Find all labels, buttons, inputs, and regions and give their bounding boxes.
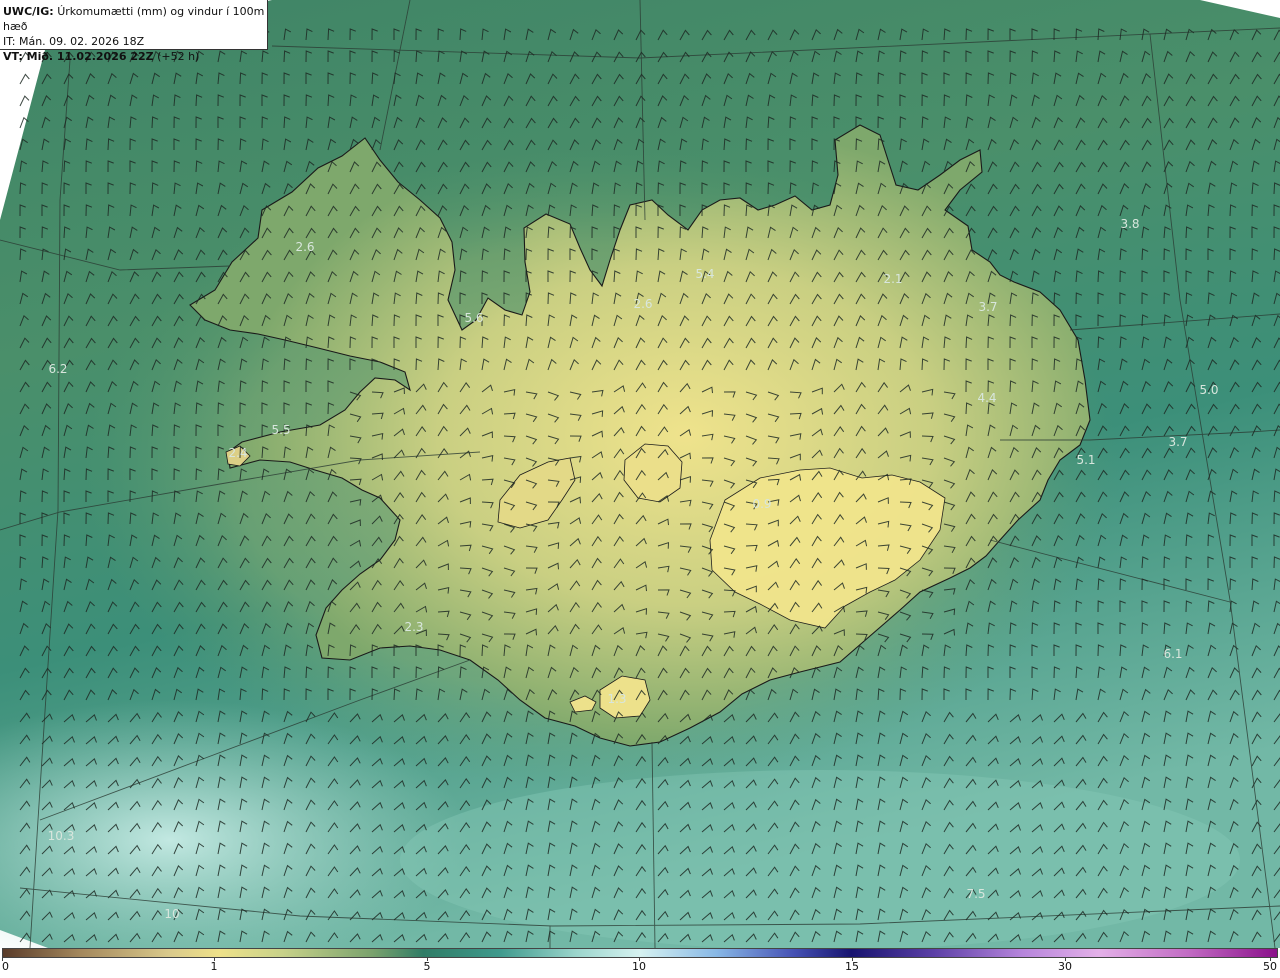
colorbar-strip (2, 948, 1278, 958)
value-label: 5.4 (695, 267, 714, 281)
init-time: IT: Mán. 09. 02. 2026 18Z (3, 35, 145, 48)
colorbar-tick-label: 30 (1058, 960, 1072, 973)
map-header: UWC/IG: Úrkomumætti (mm) og vindur í 100… (0, 0, 268, 63)
value-label: 3.7 (978, 300, 997, 314)
value-label: 0.9 (752, 497, 771, 511)
value-label: 6.2 (48, 362, 67, 376)
value-label: 5.0 (1199, 383, 1218, 397)
colorbar-tick-label: 1 (210, 960, 218, 973)
value-label: 5.6 (464, 311, 483, 325)
value-label: 2.6 (295, 240, 314, 254)
map-canvas: 3.8 2.6 5.4 2.1 5.6 2.6 3.7 6.2 5.0 4.4 5.5 3.7 2.4 5… (0, 0, 1280, 948)
value-label: 1.3 (607, 692, 626, 706)
forecast-offset: (+52 h) (157, 50, 200, 63)
light-ocean-region-se (400, 770, 1240, 948)
colorbar-tick-label: 50 (1263, 960, 1277, 973)
colorbar-tick-label: 15 (845, 960, 859, 973)
value-label: 3.7 (1168, 435, 1187, 449)
value-label: 2.3 (404, 620, 423, 634)
value-label: 7.5 (966, 887, 985, 901)
header-title-line: UWC/IG: Úrkomumætti (mm) og vindur í 100… (3, 4, 267, 34)
value-label: 2.1 (883, 272, 902, 286)
colorbar-tick-label: 10 (632, 960, 646, 973)
valid-time: VT: Mið. 11.02.2026 22Z (3, 50, 154, 63)
value-label: 5.1 (1076, 453, 1095, 467)
weather-map[interactable]: 3.8 2.6 5.4 2.1 5.6 2.6 3.7 6.2 5.0 4.4 5.5 3.7 2.4 5… (0, 0, 1280, 948)
colorbar: 0 1 5 10 15 30 50 (0, 948, 1280, 978)
valid-time-line: VT: Mið. 11.02.2026 22Z (+52 h) (3, 49, 267, 64)
value-label: 2.4 (228, 446, 247, 460)
value-label: 3.8 (1120, 217, 1139, 231)
value-label: 6.1 (1163, 647, 1182, 661)
value-label: 10 (164, 907, 179, 921)
value-label: 2.6 (633, 297, 652, 311)
model-label: UWC/IG: (3, 5, 54, 18)
colorbar-tick-label: 5 (423, 960, 431, 973)
colorbar-tick-label: 0 (2, 960, 9, 973)
value-label: 5.5 (271, 423, 290, 437)
value-label: 4.4 (977, 391, 996, 405)
value-label: 10.3 (48, 829, 75, 843)
